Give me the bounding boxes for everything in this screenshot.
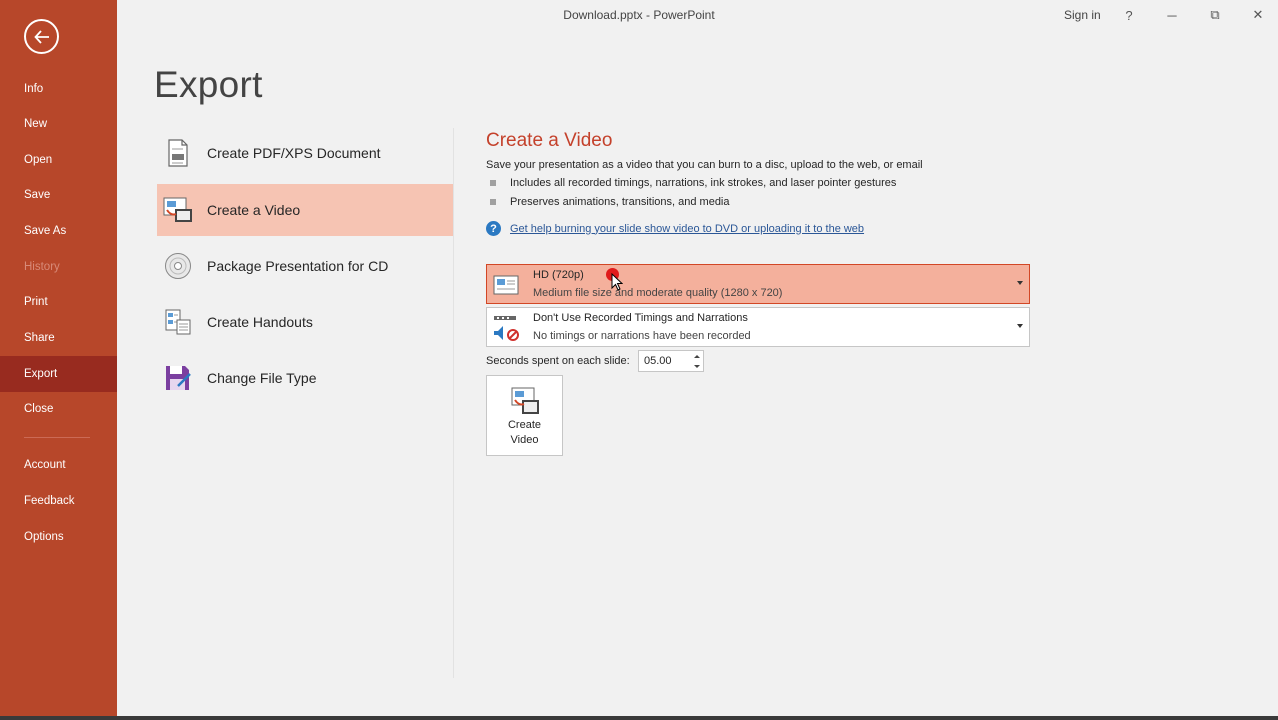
sidebar-item-account[interactable]: Account: [0, 447, 117, 483]
sidebar-item-new[interactable]: New: [0, 106, 117, 142]
export-option-label: Create PDF/XPS Document: [207, 145, 381, 161]
seconds-spinner[interactable]: [690, 351, 703, 371]
chevron-down-icon: [1017, 324, 1023, 328]
help-link[interactable]: Get help burning your slide show video t…: [510, 223, 864, 235]
create-video-button[interactable]: Create Video: [486, 375, 563, 456]
help-button[interactable]: ?: [1114, 4, 1144, 26]
feature-bullet: Preserves animations, transitions, and m…: [490, 196, 730, 208]
pane-divider: [453, 128, 454, 678]
restore-button[interactable]: ⧉: [1200, 4, 1230, 26]
backstage-sidebar: Info New Open Save Save As History Print…: [0, 0, 117, 720]
feature-bullet-text: Includes all recorded timings, narration…: [510, 177, 897, 189]
feature-bullet-text: Preserves animations, transitions, and m…: [510, 196, 730, 208]
create-video-label-line2: Video: [510, 434, 539, 446]
sidebar-item-options[interactable]: Options: [0, 519, 117, 555]
export-option-package-cd[interactable]: Package Presentation for CD: [157, 240, 453, 292]
help-link-row: ? Get help burning your slide show video…: [486, 221, 864, 236]
sidebar-item-history: History: [24, 261, 60, 273]
spin-down-icon[interactable]: [693, 364, 700, 368]
export-option-handouts[interactable]: Create Handouts: [157, 296, 453, 348]
minimize-button[interactable]: ─: [1157, 4, 1187, 26]
export-option-label: Create a Video: [207, 202, 301, 218]
bullet-marker: [490, 199, 496, 205]
feature-bullet: Includes all recorded timings, narration…: [490, 177, 896, 189]
sidebar-item-export[interactable]: Export: [0, 356, 117, 392]
sidebar-item-info[interactable]: Info: [0, 71, 117, 107]
sidebar-item-share[interactable]: Share: [0, 320, 117, 356]
export-option-pdf[interactable]: Create PDF/XPS Document: [157, 127, 453, 179]
create-video-label: Create Video: [508, 418, 541, 448]
video-pane-title: Create a Video: [486, 130, 613, 151]
quality-title: HD (720p): [533, 269, 584, 281]
sidebar-item-feedback[interactable]: Feedback: [0, 483, 117, 519]
handouts-icon: [163, 307, 193, 337]
timings-subtitle: No timings or narrations have been recor…: [533, 330, 751, 342]
cd-icon: [163, 251, 193, 281]
create-video-label-line1: Create: [507, 419, 542, 431]
timings-title: Don't Use Recorded Timings and Narration…: [533, 312, 748, 324]
video-quality-dropdown[interactable]: HD (720p) Medium file size and moderate …: [486, 264, 1030, 304]
export-option-label: Change File Type: [207, 370, 317, 386]
mouse-cursor-icon: [611, 273, 623, 291]
seconds-label: Seconds spent on each slide:: [486, 355, 630, 367]
close-window-button[interactable]: ✕: [1243, 4, 1273, 26]
back-button[interactable]: [24, 19, 59, 54]
export-option-label: Package Presentation for CD: [207, 258, 389, 274]
export-option-label: Create Handouts: [207, 314, 313, 330]
pdf-document-icon: [163, 138, 193, 168]
spin-up-icon[interactable]: [693, 354, 700, 358]
page-title: Export: [154, 64, 263, 105]
video-icon: [163, 195, 193, 225]
export-option-video[interactable]: Create a Video: [157, 184, 453, 236]
help-circle-icon: ?: [486, 221, 501, 236]
sidebar-item-close[interactable]: Close: [0, 391, 117, 427]
export-option-change-file-type[interactable]: Change File Type: [157, 352, 453, 404]
save-file-type-icon: [163, 363, 193, 393]
no-narration-icon: [491, 313, 521, 343]
quality-subtitle: Medium file size and moderate quality (1…: [533, 287, 783, 299]
timings-dropdown[interactable]: Don't Use Recorded Timings and Narration…: [486, 307, 1030, 347]
create-video-icon: [511, 387, 539, 414]
sidebar-item-print[interactable]: Print: [0, 284, 117, 320]
sign-in-link[interactable]: Sign in: [1064, 8, 1101, 22]
chevron-down-icon: [1017, 281, 1023, 285]
sidebar-item-save-as[interactable]: Save As: [0, 213, 117, 249]
presentation-quality-icon: [491, 270, 521, 300]
video-pane-description: Save your presentation as a video that y…: [486, 159, 923, 171]
sidebar-divider: [24, 437, 90, 438]
taskbar-edge: [0, 716, 1278, 720]
sidebar-item-open[interactable]: Open: [0, 142, 117, 178]
bullet-marker: [490, 180, 496, 186]
sidebar-item-save[interactable]: Save: [0, 177, 117, 213]
arrow-left-icon: [33, 29, 49, 44]
